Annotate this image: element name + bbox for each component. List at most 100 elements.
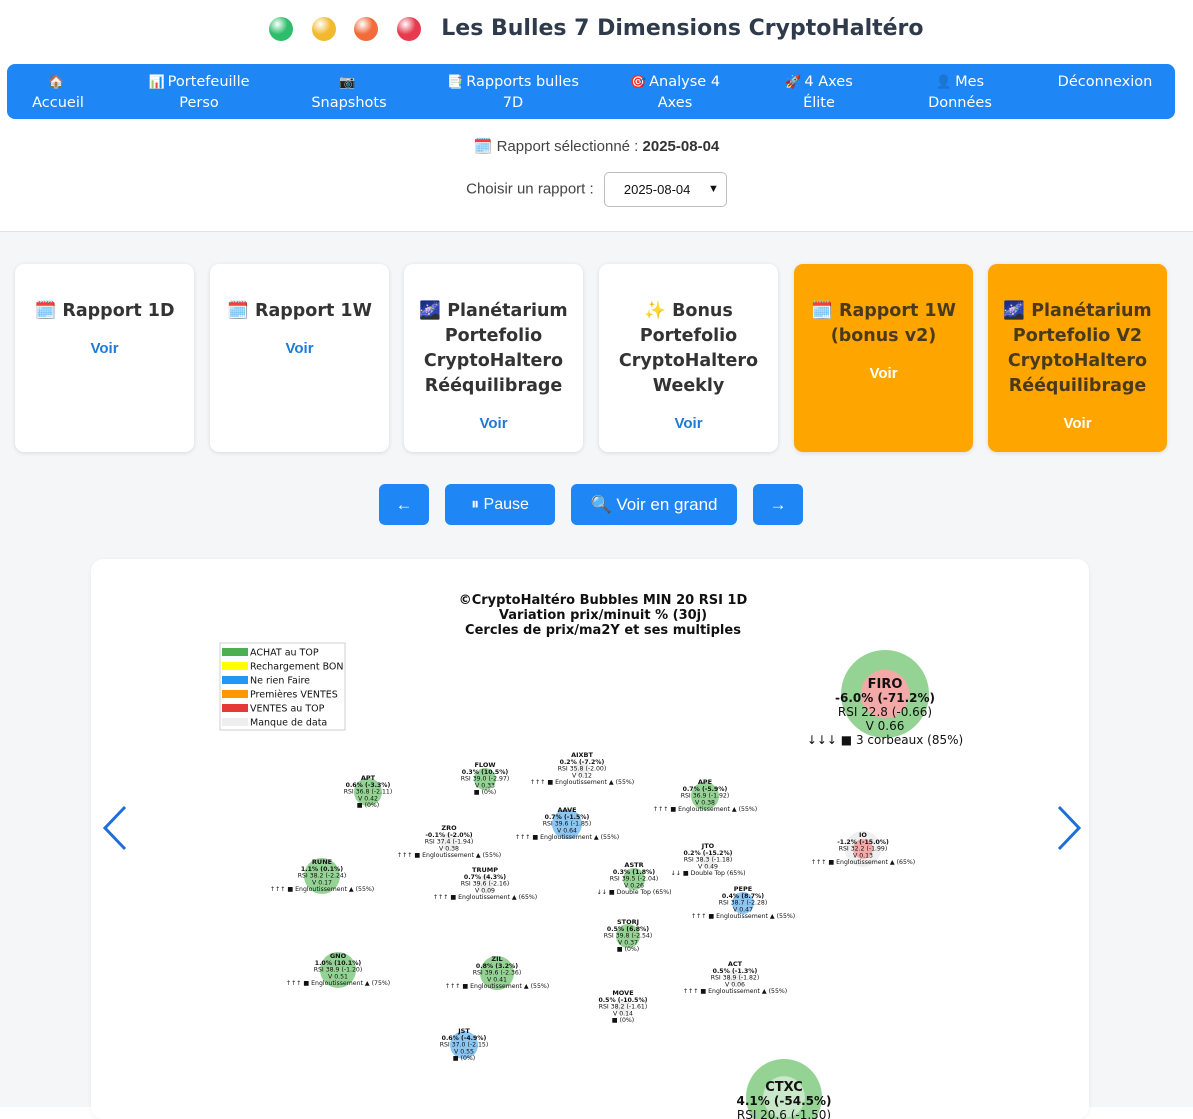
bubble-label: GNO: [330, 952, 347, 960]
card-link[interactable]: Voir: [599, 415, 778, 432]
bubble-label: APT: [361, 774, 376, 782]
main-nav: 🏠 Accueil 📊 Portefeuille Perso 📷 Snapshot…: [7, 64, 1175, 119]
bubble-pattern: ↑↑↑ ■ Engloutissement ▲ (55%): [445, 983, 549, 990]
bubble-pattern: ↑↑↑ ■ Engloutissement ▲ (55%): [691, 913, 795, 920]
user-icon: 👤: [935, 75, 953, 90]
bubble-chart-frame: ©CryptoHaltéro Bubbles MIN 20 RSI 1D Vari…: [91, 559, 1089, 1119]
card-link[interactable]: Voir: [404, 415, 583, 432]
bubble-pattern: ↑↑↑ ■ Engloutissement ▲ (55%): [397, 852, 501, 859]
calendar-icon: 🗓️: [34, 301, 57, 321]
carousel-prev-icon[interactable]: [99, 803, 133, 853]
card-rapport-1w: 🗓️ Rapport 1W Voir: [210, 264, 389, 452]
bubble-pattern: ↑↑↑ ■ Engloutissement ▲ (65%): [433, 894, 537, 901]
bubble-pattern: ↑↑↑ ■ Engloutissement ▲ (75%): [286, 980, 390, 987]
legend-swatch: [222, 648, 248, 656]
bubble-label: JTO: [701, 842, 715, 850]
camera-icon: 📷: [339, 75, 356, 90]
nav-rapports-bulles[interactable]: 📑 Rapports bulles 7D: [439, 72, 587, 114]
chart-title: Variation prix/minuit % (30j): [499, 608, 707, 623]
card-rapport-1w-bonus: 🗓️ Rapport 1W (bonus v2) Voir: [794, 264, 973, 452]
selected-report: 🗓️ Rapport sélectionné : 2025-08-04: [473, 138, 720, 155]
green-dot-icon: [269, 16, 294, 41]
legend-swatch: [222, 662, 248, 670]
bubble-pattern: ■ (0%): [612, 1017, 634, 1024]
target-icon: 🎯: [629, 75, 647, 90]
bubble-variation: 4.1% (-54.5%): [736, 1094, 831, 1108]
bubble-label: ACT: [728, 960, 743, 968]
bubble-label: TRUMP: [472, 866, 498, 874]
content-area: 🗓️ Rapport 1D Voir 🗓️ Rapport 1W Voir 🌌 …: [0, 232, 1193, 1119]
bubble-label: JST: [457, 1027, 470, 1035]
bubble-label: APE: [698, 778, 712, 786]
bubble-label: STORJ: [617, 918, 639, 926]
legend-swatch: [222, 718, 248, 726]
card-link[interactable]: Voir: [15, 340, 194, 357]
card-link[interactable]: Voir: [988, 415, 1167, 432]
legend-label: Ne rien Faire: [250, 676, 310, 687]
legend-label: ACHAT au TOP: [250, 648, 319, 659]
legend-label: Manque de data: [250, 718, 327, 729]
legend-label: Premières VENTES: [250, 690, 338, 701]
bubble-label: ZRO: [441, 824, 457, 832]
nav-4-axes-elite[interactable]: 🚀 4 Axes Élite: [777, 72, 861, 114]
bubble-pattern: ↑↑↑ ■ Engloutissement ▲ (55%): [683, 988, 787, 995]
nav-accueil[interactable]: 🏠 Accueil: [17, 72, 99, 114]
bubble-pattern: ↑↑↑ ■ Engloutissement ▲ (55%): [270, 886, 374, 893]
galaxy-icon: 🌌: [419, 301, 442, 321]
card-bonus-weekly: ✨ Bonus Portefolio CryptoHaltero Weekly …: [599, 264, 778, 452]
card-planetarium-v2: 🌌 Planétarium Portefolio V2 CryptoHalter…: [988, 264, 1167, 452]
home-icon: 🏠: [48, 75, 65, 90]
legend-swatch: [222, 676, 248, 684]
title-row: Les Bulles 7 Dimensions CryptoHaltéro: [0, 16, 1193, 52]
bubble-pattern: ■ (0%): [357, 802, 379, 809]
bubble-label: CTXC: [765, 1080, 803, 1095]
bubble-label: FLOW: [474, 761, 495, 769]
next-button[interactable]: →: [753, 484, 803, 525]
bubble-label: MOVE: [612, 989, 633, 997]
nav-portefeuille[interactable]: 📊 Portefeuille Perso: [145, 72, 253, 114]
orange-dot-icon: [354, 16, 379, 41]
sparkles-icon: ✨: [644, 301, 666, 321]
card-link[interactable]: Voir: [794, 365, 973, 382]
bubble-pattern: ↓↓ ■ Double Top (65%): [670, 870, 745, 877]
bubble-volume: V 0.66: [866, 719, 905, 733]
bubble-label: ASTR: [624, 861, 643, 869]
bubble-rsi: RSI 20.6 (-1.50): [737, 1108, 831, 1119]
prev-button[interactable]: ←: [379, 484, 429, 525]
selected-report-date: 2025-08-04: [642, 138, 720, 155]
bubble-pattern: ↓↓↓ ■ 3 corbeaux (85%): [807, 733, 963, 747]
pause-button[interactable]: ⏸ Pause: [445, 484, 555, 525]
carousel-next-icon[interactable]: [1051, 803, 1085, 853]
calendar-icon: 🗓️: [227, 301, 249, 321]
bubble-label: FIRO: [868, 677, 903, 692]
card-rapport-1d: 🗓️ Rapport 1D Voir: [15, 264, 194, 452]
bubble-rsi: RSI 22.8 (-0.66): [838, 705, 932, 719]
report-chooser: Choisir un rapport : 2025-08-04 ▼: [0, 172, 1193, 207]
bubble-pattern: ↑↑↑ ■ Engloutissement ▲ (65%): [811, 859, 915, 866]
card-link[interactable]: Voir: [210, 340, 389, 357]
bubble-label: IO: [859, 831, 867, 839]
rocket-icon: 🚀: [785, 75, 802, 90]
bubble-pattern: ■ (0%): [474, 789, 496, 796]
card-planetarium: 🌌 Planétarium Portefolio CryptoHaltero R…: [404, 264, 583, 452]
bubble-pattern: ↑↑↑ ■ Engloutissement ▲ (55%): [530, 779, 634, 786]
legend-swatch: [222, 690, 248, 698]
nav-deconnexion[interactable]: Déconnexion: [1047, 72, 1163, 93]
chart-icon: 📊: [148, 75, 165, 90]
bubble-label: PEPE: [734, 885, 752, 893]
nav-analyse-4-axes[interactable]: 🎯 Analyse 4 Axes: [625, 72, 725, 114]
report-select[interactable]: 2025-08-04 ▼: [603, 172, 727, 207]
galaxy-icon: 🌌: [1003, 301, 1026, 321]
chevron-down-icon: ▼: [707, 183, 719, 195]
nav-snapshots[interactable]: 📷 Snapshots: [299, 72, 399, 114]
nav-mes-donnees[interactable]: 👤 Mes Données: [917, 72, 1003, 114]
bubble-label: AIXBT: [571, 751, 593, 759]
chart-title: Cercles de prix/ma2Y et ses multiples: [465, 623, 741, 638]
bubble-pattern: ↑↑↑ ■ Engloutissement ▲ (55%): [515, 834, 619, 841]
red-dot-icon: [396, 16, 421, 41]
bubble-label: AAVE: [557, 806, 576, 814]
page-title: Les Bulles 7 Dimensions CryptoHaltéro: [441, 16, 924, 41]
top-section: Les Bulles 7 Dimensions CryptoHaltéro 🏠 …: [0, 0, 1193, 232]
bubble-label: ZIL: [491, 955, 502, 963]
zoom-button[interactable]: 🔍 Voir en grand: [571, 484, 737, 525]
